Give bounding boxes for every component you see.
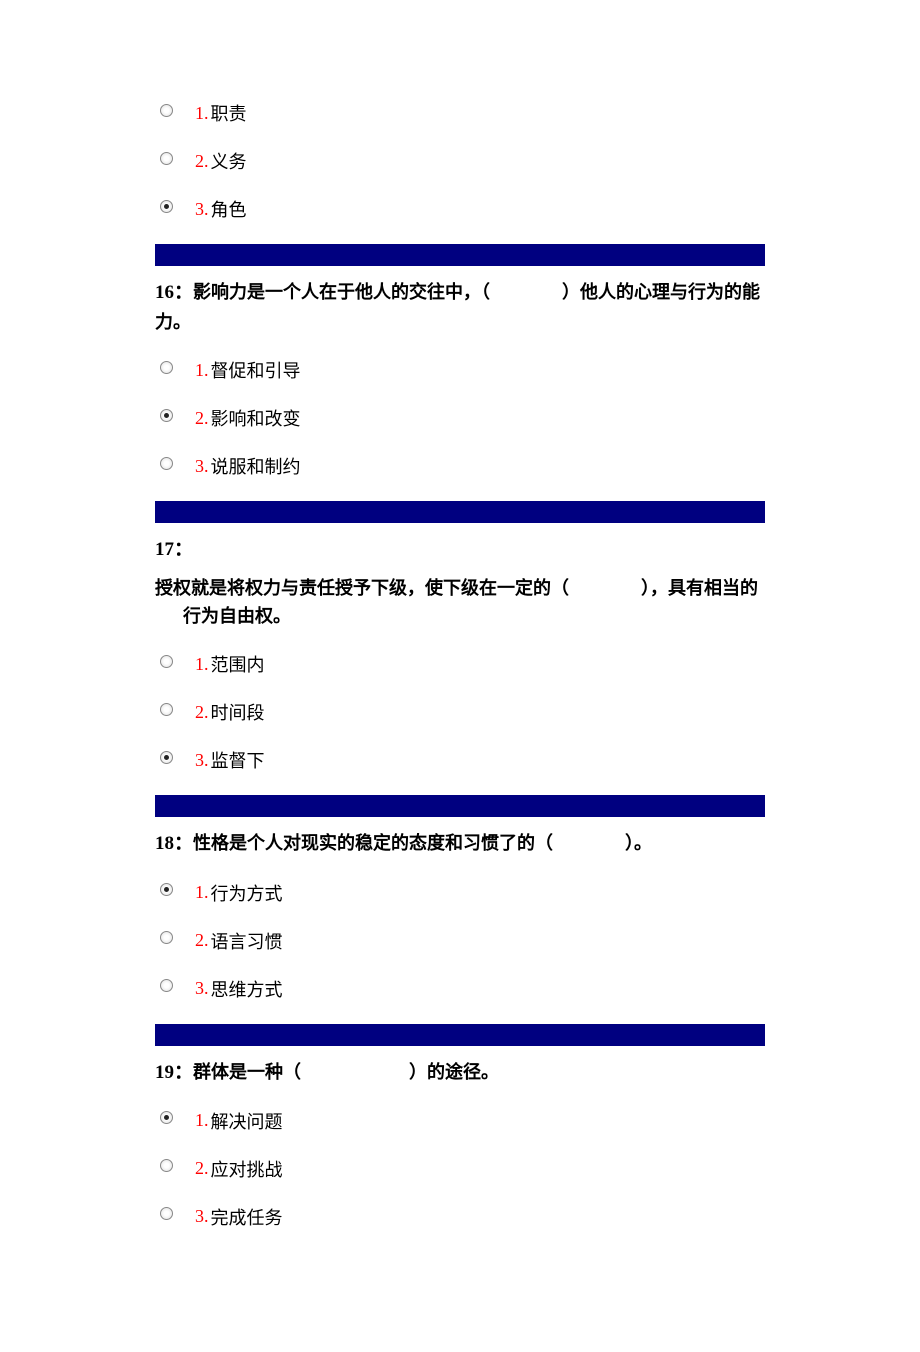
option-number: 3. — [195, 1206, 209, 1227]
option-row[interactable]: 3. 角色 — [155, 196, 765, 222]
option-row[interactable]: 2. 时间段 — [155, 699, 765, 725]
option-number: 2. — [195, 930, 209, 951]
radio-icon[interactable] — [160, 703, 173, 716]
radio-icon[interactable] — [160, 883, 173, 896]
question-block: 16：影响力是一个人在于他人的交往中，（ ）他人的心理与行为的能力。 1. 督促… — [155, 278, 765, 479]
question-stem: 影响力是一个人在于他人的交往中，（ ）他人的心理与行为的能力。 — [155, 282, 760, 332]
option-text: 语言习惯 — [211, 928, 283, 954]
option-text: 督促和引导 — [211, 357, 301, 383]
question-block: 1. 职责 2. 义务 3. 角色 — [155, 100, 765, 222]
question-block: 18：性格是个人对现实的稳定的态度和习惯了的（ ）。 1. 行为方式 2. 语言… — [155, 829, 765, 1001]
question-text: 18：性格是个人对现实的稳定的态度和习惯了的（ ）。 — [155, 829, 765, 859]
option-row[interactable]: 2. 义务 — [155, 148, 765, 174]
question-number: 18： — [155, 833, 193, 854]
option-number: 1. — [195, 882, 209, 903]
option-number: 3. — [195, 978, 209, 999]
question-stem: 群体是一种（ ）的途径。 — [193, 1062, 499, 1082]
separator — [155, 501, 765, 523]
option-row[interactable]: 3. 思维方式 — [155, 976, 765, 1002]
question-text: 17： — [155, 535, 765, 565]
option-number: 1. — [195, 360, 209, 381]
option-number: 2. — [195, 151, 209, 172]
radio-icon[interactable] — [160, 751, 173, 764]
radio-icon[interactable] — [160, 361, 173, 374]
option-text: 监督下 — [211, 747, 265, 773]
radio-icon[interactable] — [160, 1159, 173, 1172]
option-row[interactable]: 1. 范围内 — [155, 651, 765, 677]
option-text: 范围内 — [211, 651, 265, 677]
radio-icon[interactable] — [160, 931, 173, 944]
radio-icon[interactable] — [160, 979, 173, 992]
option-text: 影响和改变 — [211, 405, 301, 431]
option-text: 说服和制约 — [211, 453, 301, 479]
option-row[interactable]: 2. 语言习惯 — [155, 928, 765, 954]
option-text: 职责 — [211, 100, 247, 126]
question-text: 19：群体是一种（ ）的途径。 — [155, 1058, 765, 1088]
option-number: 2. — [195, 1158, 209, 1179]
question-stem: 性格是个人对现实的稳定的态度和习惯了的（ ）。 — [193, 833, 652, 853]
question-number: 19： — [155, 1062, 193, 1083]
question-number: 16： — [155, 282, 193, 303]
radio-icon[interactable] — [160, 200, 173, 213]
option-text: 完成任务 — [211, 1204, 283, 1230]
option-number: 1. — [195, 103, 209, 124]
option-row[interactable]: 2. 应对挑战 — [155, 1156, 765, 1182]
option-text: 行为方式 — [211, 880, 283, 906]
option-row[interactable]: 1. 职责 — [155, 100, 765, 126]
option-row[interactable]: 1. 解决问题 — [155, 1108, 765, 1134]
question-stem: 授权就是将权力与责任授予下级，使下级在一定的（ ），具有相当的行为自由权。 — [155, 574, 765, 632]
option-number: 1. — [195, 1110, 209, 1131]
question-block: 19：群体是一种（ ）的途径。 1. 解决问题 2. 应对挑战 3. 完成任务 — [155, 1058, 765, 1230]
radio-icon[interactable] — [160, 1207, 173, 1220]
option-text: 应对挑战 — [211, 1156, 283, 1182]
question-text: 16：影响力是一个人在于他人的交往中，（ ）他人的心理与行为的能力。 — [155, 278, 765, 337]
option-number: 3. — [195, 199, 209, 220]
option-text: 思维方式 — [211, 976, 283, 1002]
option-number: 3. — [195, 456, 209, 477]
option-row[interactable]: 2. 影响和改变 — [155, 405, 765, 431]
option-text: 角色 — [211, 196, 247, 222]
option-text: 解决问题 — [211, 1108, 283, 1134]
option-row[interactable]: 3. 监督下 — [155, 747, 765, 773]
question-block: 17： 授权就是将权力与责任授予下级，使下级在一定的（ ），具有相当的行为自由权… — [155, 535, 765, 773]
option-number: 2. — [195, 408, 209, 429]
option-number: 1. — [195, 654, 209, 675]
radio-icon[interactable] — [160, 1111, 173, 1124]
question-number: 17： — [155, 539, 193, 560]
separator — [155, 244, 765, 266]
radio-icon[interactable] — [160, 409, 173, 422]
option-number: 3. — [195, 750, 209, 771]
option-text: 时间段 — [211, 699, 265, 725]
radio-icon[interactable] — [160, 152, 173, 165]
option-row[interactable]: 3. 完成任务 — [155, 1204, 765, 1230]
option-text: 义务 — [211, 148, 247, 174]
radio-icon[interactable] — [160, 104, 173, 117]
option-row[interactable]: 3. 说服和制约 — [155, 453, 765, 479]
separator — [155, 795, 765, 817]
radio-icon[interactable] — [160, 457, 173, 470]
option-number: 2. — [195, 702, 209, 723]
option-row[interactable]: 1. 行为方式 — [155, 880, 765, 906]
separator — [155, 1024, 765, 1046]
option-row[interactable]: 1. 督促和引导 — [155, 357, 765, 383]
radio-icon[interactable] — [160, 655, 173, 668]
